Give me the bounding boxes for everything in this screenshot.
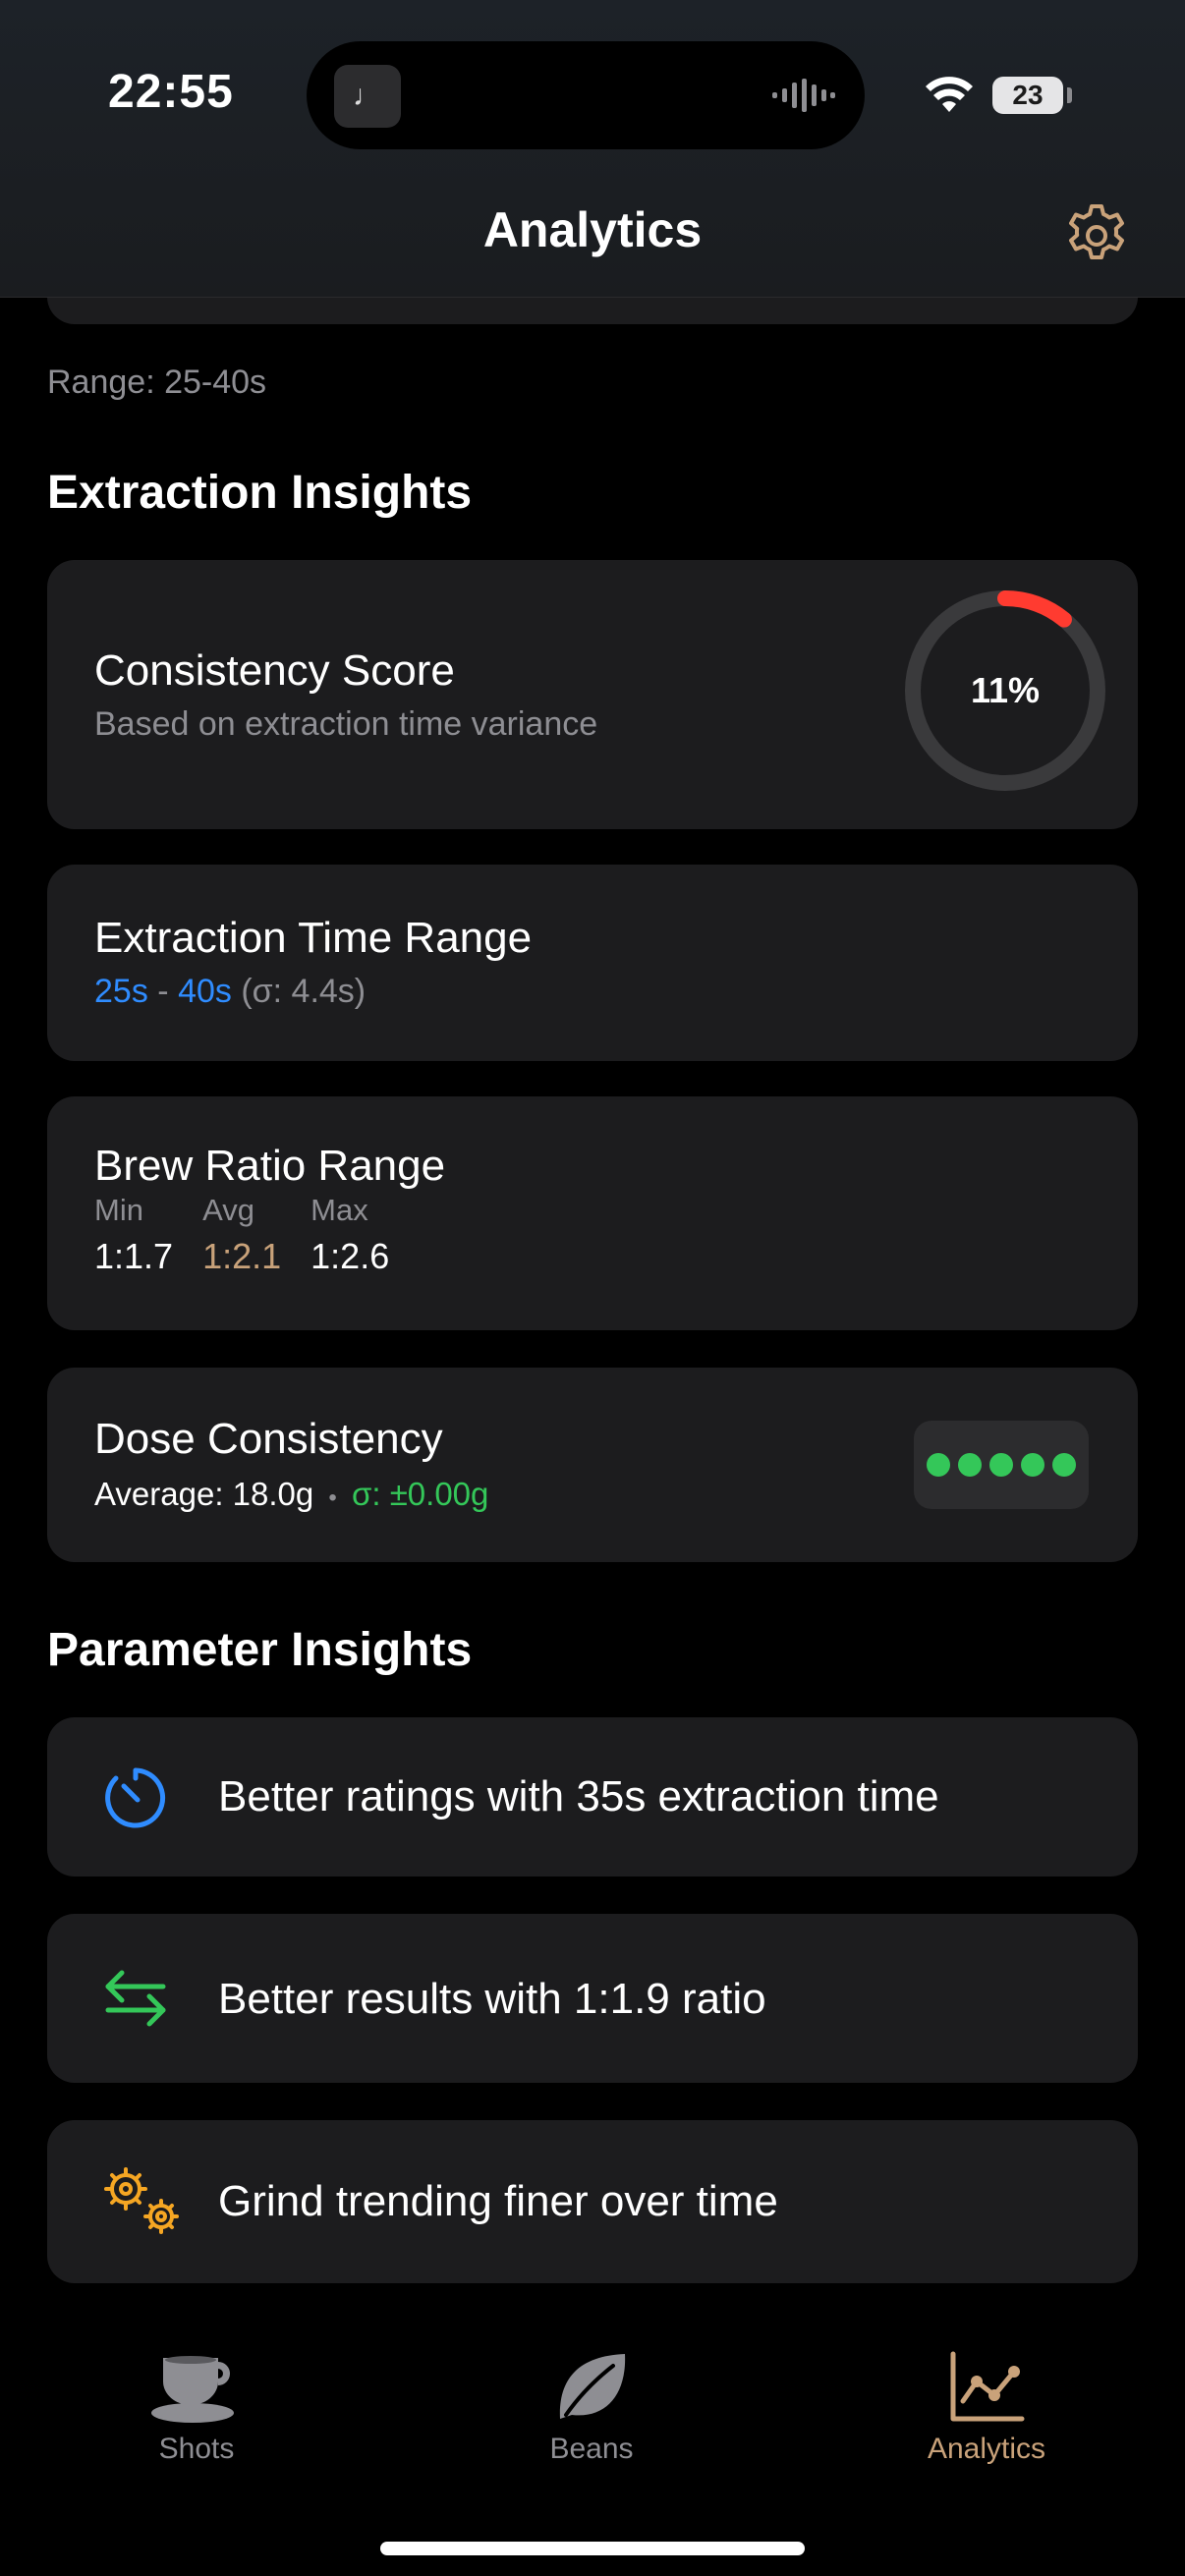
top-bar: 22:55 ♩ 23 Analytics — [0, 0, 1185, 298]
dose-consistency-values: Average: 18.0g • σ: ±0.00g — [94, 1476, 488, 1513]
arrows-exchange-icon — [105, 1970, 166, 2027]
dynamic-island[interactable]: ♩ — [307, 41, 865, 149]
consistency-dot — [958, 1453, 982, 1477]
insight-card-ratio[interactable]: Better results with 1:1.9 ratio — [47, 1914, 1138, 2083]
wifi-icon — [926, 77, 973, 112]
dose-average: Average: 18.0g — [94, 1476, 314, 1512]
ratio-avg: Avg 1:2.1 — [202, 1193, 281, 1277]
page-title: Analytics — [482, 202, 703, 257]
tab-shots-label: Shots — [158, 2433, 235, 2465]
coffee-cup-icon — [151, 2356, 234, 2423]
consistency-score-title: Consistency Score — [94, 646, 455, 695]
ratio-max: Max 1:2.6 — [310, 1193, 389, 1277]
ratio-avg-value: 1:2.1 — [202, 1236, 282, 1276]
extraction-range-text: Range: 25-40s — [47, 364, 267, 401]
tab-analytics-label: Analytics — [927, 2433, 1046, 2465]
analytics-screen: 22:55 ♩ 23 Analytics Range: 25-40s Extra… — [0, 0, 1185, 2576]
dose-sigma: σ: ±0.00g — [351, 1476, 489, 1512]
insight-text-extraction-time: Better ratings with 35s extraction time — [218, 1772, 939, 1820]
parameter-insights-heading: Parameter Insights — [47, 1624, 473, 1676]
tab-bar: Shots Beans Analytics — [0, 2311, 1185, 2576]
brew-ratio-columns: Min 1:1.7 Avg 1:2.1 Max 1:2.6 — [94, 1193, 389, 1277]
settings-gear-icon[interactable] — [1061, 196, 1132, 267]
consistency-dot — [1052, 1453, 1076, 1477]
consistency-percent: 11% — [970, 670, 1041, 710]
timer-icon — [105, 1767, 166, 1828]
tab-shots[interactable]: Shots — [49, 2350, 344, 2466]
insight-card-extraction-time[interactable]: Better ratings with 35s extraction time — [47, 1717, 1138, 1876]
dose-consistency-dots — [914, 1421, 1089, 1509]
consistency-dot — [1021, 1453, 1044, 1477]
ratio-max-value: 1:2.6 — [310, 1236, 390, 1276]
dose-consistency-title: Dose Consistency — [94, 1415, 443, 1463]
time-sep: - — [157, 973, 169, 1010]
dose-bullet: • — [328, 1484, 337, 1511]
ratio-max-label: Max — [310, 1193, 368, 1227]
ratio-min-value: 1:1.7 — [94, 1236, 174, 1276]
insight-card-grind[interactable]: Grind trending finer over time — [47, 2120, 1138, 2283]
ratio-min: Min 1:1.7 — [94, 1193, 173, 1277]
tab-beans[interactable]: Beans — [444, 2350, 739, 2466]
insight-text-grind: Grind trending finer over time — [218, 2177, 778, 2225]
battery-indicator: 23 — [992, 77, 1063, 114]
consistency-score-card[interactable]: Consistency Score Based on extraction ti… — [47, 560, 1138, 829]
dose-consistency-card[interactable]: Dose Consistency Average: 18.0g • σ: ±0.… — [47, 1368, 1138, 1562]
extraction-time-range-values: 25s - 40s (σ: 4.4s) — [94, 973, 366, 1011]
music-note-icon: ♩ — [334, 65, 401, 128]
status-time: 22:55 — [108, 66, 234, 118]
ratio-avg-label: Avg — [202, 1193, 254, 1227]
time-min: 25s — [94, 973, 148, 1010]
extraction-time-range-card[interactable]: Extraction Time Range 25s - 40s (σ: 4.4s… — [47, 865, 1138, 1061]
gears-icon — [104, 2167, 179, 2234]
consistency-dot — [989, 1453, 1013, 1477]
brew-ratio-range-card[interactable]: Brew Ratio Range Min 1:1.7 Avg 1:2.1 Max… — [47, 1096, 1138, 1330]
time-sigma: (σ: 4.4s) — [241, 973, 367, 1010]
consistency-dot — [927, 1453, 950, 1477]
tab-analytics[interactable]: Analytics — [839, 2350, 1134, 2466]
chart-icon — [950, 2351, 1025, 2422]
insight-text-ratio: Better results with 1:1.9 ratio — [218, 1975, 766, 2023]
consistency-score-subtitle: Based on extraction time variance — [94, 705, 598, 743]
battery-level: 23 — [1012, 80, 1044, 110]
battery-tip — [1067, 87, 1072, 103]
extraction-time-range-title: Extraction Time Range — [94, 914, 533, 962]
audio-wave-icon — [772, 79, 835, 112]
time-max: 40s — [178, 973, 232, 1010]
ratio-min-label: Min — [94, 1193, 143, 1227]
leaf-icon — [559, 2354, 626, 2419]
brew-ratio-range-title: Brew Ratio Range — [94, 1142, 446, 1190]
extraction-insights-heading: Extraction Insights — [47, 467, 473, 519]
home-indicator[interactable] — [380, 2542, 805, 2555]
tab-beans-label: Beans — [549, 2433, 634, 2465]
